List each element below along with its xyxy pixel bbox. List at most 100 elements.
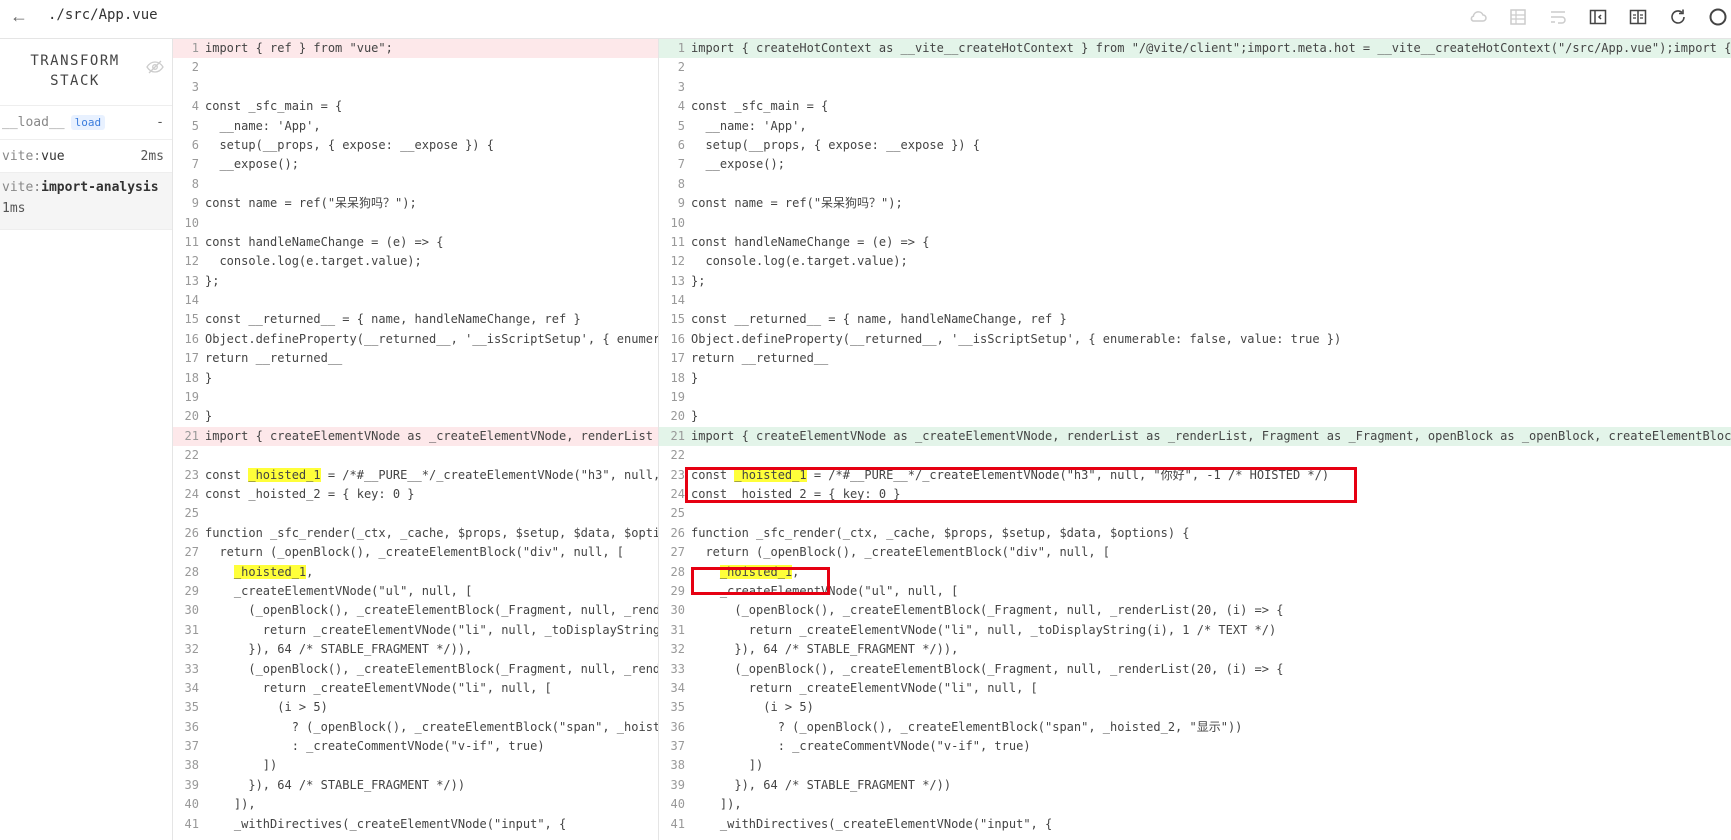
line-number: 12 [184, 254, 199, 269]
code-line: 40 ]), [659, 795, 1731, 814]
code-line: 7 __expose(); [173, 155, 658, 174]
stack-item-name: import-analysis [41, 180, 159, 195]
stack-item-import-analysis[interactable]: vite:import-analysis 1ms [0, 173, 172, 230]
code-line: 25 [173, 504, 658, 523]
code-line: 27 return (_openBlock(), _createElementB… [173, 543, 658, 562]
line-number: 28 [670, 564, 685, 579]
refresh-icon[interactable] [1665, 4, 1691, 30]
code-line: 41 _withDirectives(_createElementVNode("… [173, 815, 658, 834]
line-number: 13 [184, 273, 199, 288]
line-number: 21 [670, 428, 685, 443]
line-number: 7 [677, 157, 685, 172]
code-line: 2 [659, 58, 1731, 77]
line-number: 16 [184, 331, 199, 346]
split-view-icon[interactable] [1625, 4, 1651, 30]
line-number: 1 [677, 41, 685, 55]
wrap-icon[interactable] [1545, 4, 1571, 30]
code-text: return (_openBlock(), _createElementBloc… [691, 545, 1111, 560]
code-line: 38 ]) [659, 756, 1731, 775]
code-text: const handleNameChange = (e) => { [205, 234, 444, 249]
line-number: 32 [670, 642, 685, 657]
line-number: 20 [184, 409, 199, 424]
code-line: 7 __expose(); [659, 155, 1731, 174]
code-line: 5 __name: 'App', [659, 117, 1731, 136]
code-text: : _createCommentVNode("v-if", true) [691, 739, 1031, 754]
code-text: const _sfc_main = { [691, 99, 829, 114]
code-text: }; [205, 273, 220, 288]
line-number: 19 [670, 390, 685, 405]
line-number: 29 [184, 583, 199, 598]
code-line: 27 return (_openBlock(), _createElementB… [659, 543, 1731, 562]
code-line: 4 const _sfc_main = { [173, 97, 658, 116]
code-line: 36 ? (_openBlock(), _createElementBlock(… [173, 718, 658, 737]
arrow-left-icon[interactable]: ← [10, 6, 28, 27]
line-number: 19 [184, 390, 199, 405]
stack-item-prefix: vite: [2, 149, 42, 164]
stack-item-vite-vue[interactable]: vite:vue 2ms [0, 140, 172, 173]
code-line: 4 const _sfc_main = { [659, 97, 1731, 116]
code-line: 15 const __returned__ = { name, handleNam… [659, 310, 1731, 329]
line-number: 37 [184, 739, 199, 754]
code-text: return _createElementVNode("li", null, [ [205, 680, 552, 695]
code-line: 21 import { createElementVNode as _create… [659, 426, 1731, 447]
stack-item-load[interactable]: __load__ load - [0, 106, 172, 140]
code-line: 35 (i > 5) [659, 698, 1731, 717]
code-text: (_openBlock(), _createElementBlock(_Frag… [691, 603, 1284, 618]
line-number: 1 [191, 41, 199, 55]
line-number: 41 [184, 816, 199, 831]
cloud-icon[interactable] [1465, 4, 1491, 30]
input-code-pane[interactable]: 1 import { ref } from "vue"; 2 3 4 const _sfc… [173, 39, 659, 840]
code-line: 34 return _createElementVNode("li", null… [659, 679, 1731, 698]
code-line: 8 [173, 175, 658, 194]
code-text: return __returned__ [205, 351, 343, 366]
code-line: 23 const _hoisted_1 = /*#__PURE__*/_creat… [173, 466, 658, 485]
line-number: 4 [191, 99, 199, 114]
code-text: } [205, 409, 213, 424]
code-line: 17 return __returned__ [659, 349, 1731, 368]
line-number: 14 [184, 293, 199, 308]
line-number: 13 [670, 273, 685, 288]
line-number: 36 [184, 719, 199, 734]
code-line: 36 ? (_openBlock(), _createElementBlock(… [659, 718, 1731, 737]
line-number: 2 [191, 60, 199, 75]
line-number: 30 [670, 603, 685, 618]
output-code-pane[interactable]: 1 import { createHotContext as __vite__cr… [659, 39, 1731, 840]
eye-off-icon[interactable] [146, 59, 164, 80]
stack-header: TRANSFORM STACK [0, 39, 172, 106]
file-path: ./src/App.vue [48, 7, 158, 23]
code-line: 37 : _createCommentVNode("v-if", true) [173, 737, 658, 756]
code-line: 13}; [659, 272, 1731, 291]
github-icon[interactable] [1705, 4, 1731, 30]
line-number: 15 [670, 312, 685, 327]
code-text: _withDirectives(_createElementVNode("inp… [691, 816, 1053, 831]
code-line: 30 (_openBlock(), _createElementBlock(_F… [173, 601, 658, 620]
line-number: 22 [670, 448, 685, 463]
line-number: 37 [670, 739, 685, 754]
line-number: 14 [670, 293, 685, 308]
code-line: 31 return _createElementVNode("li", null… [659, 621, 1731, 640]
sidebar-icon[interactable] [1585, 4, 1611, 30]
code-line: 26 function _sfc_render(_ctx, _cache, $pr… [659, 524, 1731, 543]
annotation-box-hoisted-declaration [685, 467, 1357, 503]
code-line: 14 [173, 291, 658, 310]
code-line: 20} [173, 407, 658, 426]
stack-item-name: __load__ [2, 115, 65, 130]
line-number: 35 [184, 700, 199, 715]
code-line: 22 [659, 446, 1731, 465]
line-number: 39 [184, 777, 199, 792]
annotation-box-hoisted-usage [691, 567, 830, 595]
code-line: 12 console.log(e.target.value); [659, 252, 1731, 271]
code-text: }; [691, 273, 706, 288]
code-line: 21 import { createElementVNode as _create… [173, 426, 658, 447]
line-number: 36 [670, 719, 685, 734]
code-text: _withDirectives(_createElementVNode("inp… [205, 816, 567, 831]
code-line: 32 }), 64 /* STABLE_FRAGMENT */)), [173, 640, 658, 659]
line-number: 20 [670, 409, 685, 424]
code-text: const _sfc_main = { [205, 99, 343, 114]
grid-icon[interactable] [1505, 4, 1531, 30]
line-number: 38 [184, 758, 199, 773]
line-number: 9 [191, 196, 199, 211]
line-number: 27 [670, 545, 685, 560]
line-number: 12 [670, 254, 685, 269]
code-text: } [205, 370, 213, 385]
